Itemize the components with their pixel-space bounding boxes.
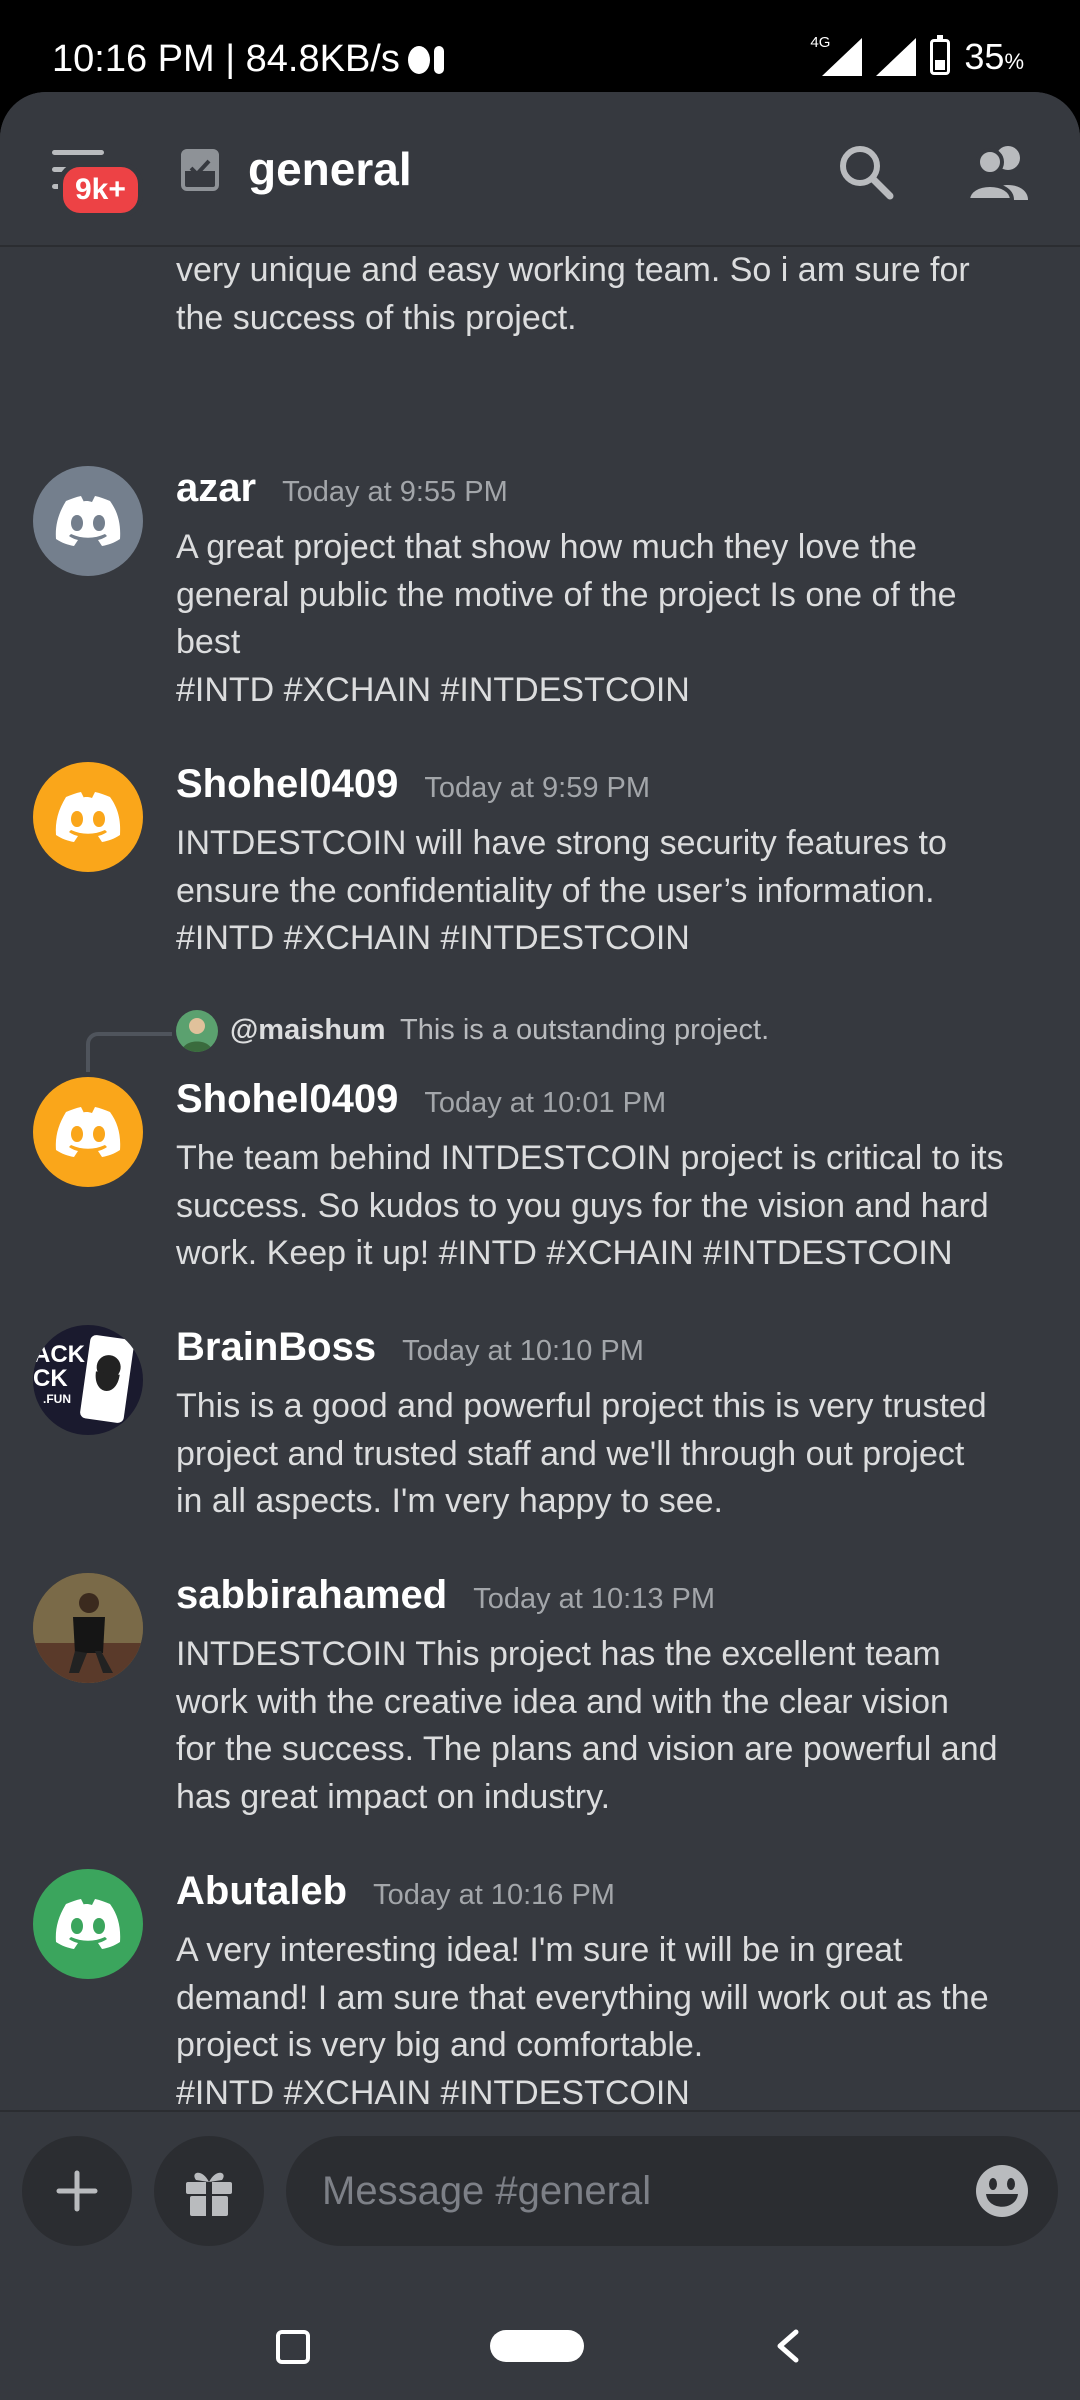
timestamp: Today at 10:13 PM	[473, 1583, 716, 1615]
reply-username[interactable]: @maishum	[230, 1014, 386, 1047]
status-icons: 4G 35%	[810, 34, 1024, 78]
battery-percent: 35%	[964, 36, 1024, 77]
emoji-icon[interactable]	[974, 2163, 1030, 2219]
message-body: A very interesting idea! I'm sure it wil…	[176, 1931, 989, 2112]
timestamp: Today at 10:01 PM	[424, 1087, 667, 1119]
message-body: This is a good and powerful project this…	[176, 1387, 987, 1520]
discord-logo-icon	[55, 792, 121, 842]
reply-avatar	[176, 1010, 218, 1052]
text-channel-rules-icon	[181, 149, 219, 191]
avatar[interactable]	[33, 1573, 143, 1683]
network-label: 4G	[810, 34, 831, 51]
search-icon[interactable]	[836, 142, 896, 202]
status-time: 10:16 PM | 84.8KB/s	[52, 38, 444, 81]
notification-dots-icon	[407, 45, 444, 74]
unread-badge: 9k+	[58, 162, 143, 218]
avatar[interactable]	[33, 466, 143, 576]
message-header: Abutaleb Today at 10:16 PM	[176, 1869, 615, 1914]
gift-icon	[186, 2172, 232, 2216]
reply-reference[interactable]: @maishum This is a outstanding project.	[86, 1010, 986, 1072]
message-header: sabbirahamed Today at 10:13 PM	[176, 1573, 715, 1618]
username[interactable]: Shohel0409	[176, 762, 398, 807]
message-composer	[0, 2110, 1080, 2310]
message-input-container	[286, 2136, 1058, 2246]
username[interactable]: BrainBoss	[176, 1325, 376, 1370]
message-body: A great project that show how much they …	[176, 528, 957, 709]
username[interactable]: Shohel0409	[176, 1077, 398, 1122]
message-list[interactable]: very unique and easy working team. So i …	[0, 247, 1080, 2202]
message-body: very unique and easy working team. So i …	[176, 251, 970, 337]
discord-logo-icon	[55, 1107, 121, 1157]
status-bar: 10:16 PM | 84.8KB/s 4G 35%	[0, 0, 1080, 95]
home-pill-icon[interactable]	[490, 2330, 584, 2362]
plus-icon	[56, 2170, 98, 2212]
channel-title: general	[248, 143, 412, 195]
message-header: BrainBoss Today at 10:10 PM	[176, 1325, 644, 1370]
username[interactable]: sabbirahamed	[176, 1573, 447, 1618]
channel-header: 9k+ general	[0, 92, 1080, 247]
avatar[interactable]	[33, 1869, 143, 1979]
message-body: INTDESTCOIN will have strong security fe…	[176, 824, 947, 957]
reply-connector	[86, 1032, 172, 1072]
message-body: The team behind INTDESTCOIN project is c…	[176, 1139, 1004, 1272]
avatar[interactable]: ACK CK .FUN	[33, 1325, 143, 1435]
add-attachment-button[interactable]	[22, 2136, 132, 2246]
message-body: INTDESTCOIN This project has the excelle…	[176, 1635, 998, 1816]
timestamp: Today at 9:59 PM	[424, 772, 651, 804]
timestamp: Today at 9:55 PM	[282, 476, 508, 508]
message-header: azar Today at 9:55 PM	[176, 466, 508, 511]
app-window: 9k+ general very unique and easy working…	[0, 92, 1080, 2400]
system-nav-bar	[0, 2310, 1080, 2400]
message-input[interactable]	[322, 2160, 922, 2222]
timestamp: Today at 10:16 PM	[373, 1879, 615, 1911]
members-icon[interactable]	[966, 142, 1030, 202]
reply-text: This is a outstanding project.	[400, 1014, 770, 1046]
gift-button[interactable]	[154, 2136, 264, 2246]
discord-logo-icon	[55, 1899, 121, 1949]
message-header: Shohel0409 Today at 10:01 PM	[176, 1077, 666, 1122]
avatar[interactable]	[33, 762, 143, 872]
username[interactable]: Abutaleb	[176, 1869, 347, 1914]
username[interactable]: azar	[176, 466, 256, 511]
status-time-speed: 10:16 PM | 84.8KB/s	[52, 38, 400, 80]
discord-logo-icon	[55, 496, 121, 546]
avatar[interactable]	[33, 1077, 143, 1187]
mobile-signal-icon: 4G	[810, 34, 863, 76]
recents-icon[interactable]	[276, 2330, 310, 2364]
back-icon[interactable]	[768, 2326, 808, 2366]
timestamp: Today at 10:10 PM	[402, 1335, 644, 1367]
battery-icon	[930, 35, 951, 75]
wifi-signal-icon	[876, 38, 917, 76]
message-header: Shohel0409 Today at 9:59 PM	[176, 762, 650, 807]
